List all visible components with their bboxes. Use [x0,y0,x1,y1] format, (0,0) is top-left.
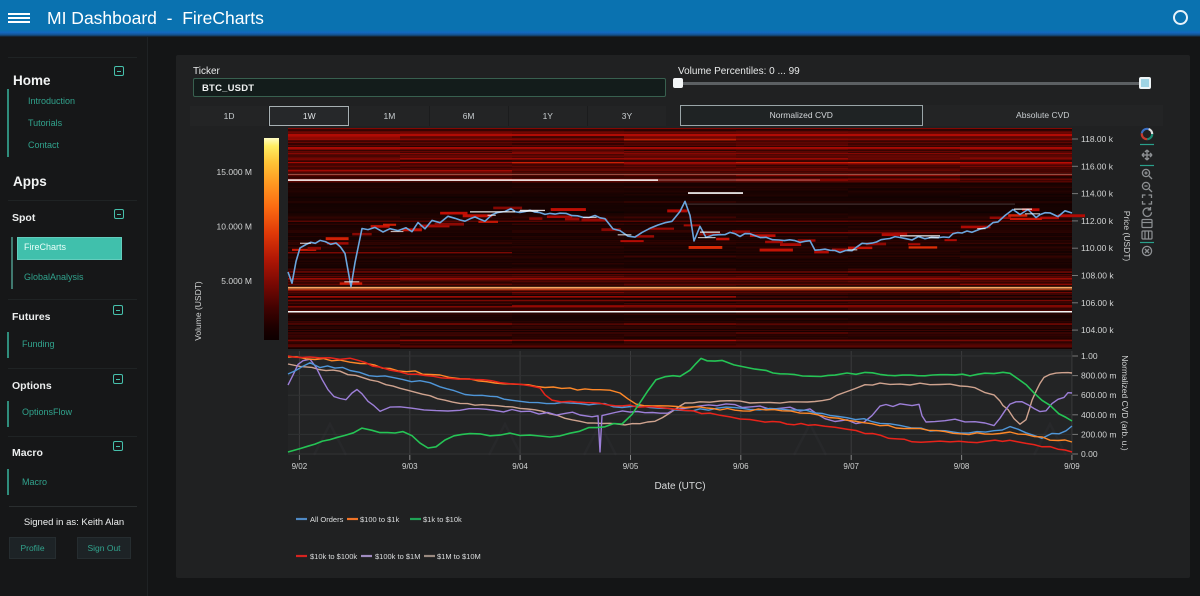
svg-text:108.00 k: 108.00 k [1081,271,1114,281]
svg-text:$1k to $10k: $1k to $10k [423,515,462,524]
svg-text:600.00 m: 600.00 m [1081,390,1116,400]
svg-text:114.00 k: 114.00 k [1081,189,1114,199]
svg-text:200.00 m: 200.00 m [1081,429,1116,439]
svg-text:9/07: 9/07 [843,462,859,471]
svg-text:112.00 k: 112.00 k [1081,216,1114,226]
svg-text:Date (UTC): Date (UTC) [654,481,705,492]
svg-text:9/05: 9/05 [623,462,639,471]
svg-text:Volume (USDT): Volume (USDT) [193,281,203,341]
svg-text:9/08: 9/08 [954,462,970,471]
svg-text:9/02: 9/02 [292,462,308,471]
svg-text:9/06: 9/06 [733,462,749,471]
svg-text:9/04: 9/04 [512,462,528,471]
svg-text:$100k to $1M: $100k to $1M [375,552,420,561]
svg-text:$10k to $100k: $10k to $100k [310,552,357,561]
svg-text:400.00 m: 400.00 m [1081,410,1116,420]
svg-text:15.000 M: 15.000 M [217,167,252,177]
svg-text:All Orders: All Orders [310,515,344,524]
svg-text:104.00 k: 104.00 k [1081,325,1114,335]
svg-text:5.000 M: 5.000 M [221,276,252,286]
svg-text:0.00: 0.00 [1081,449,1098,459]
svg-text:118.00 k: 118.00 k [1081,134,1114,144]
svg-text:116.00 k: 116.00 k [1081,161,1114,171]
svg-text:1.00: 1.00 [1081,351,1098,361]
svg-text:$1M to $10M: $1M to $10M [437,552,481,561]
svg-text:Normalized CVD (arb. u.): Normalized CVD (arb. u.) [1120,355,1130,451]
svg-text:800.00 m: 800.00 m [1081,371,1116,381]
svg-text:$100 to $1k: $100 to $1k [360,515,399,524]
svg-text:9/09: 9/09 [1064,462,1080,471]
svg-text:Price (USDT): Price (USDT) [1122,211,1132,262]
svg-text:10.000 M: 10.000 M [217,222,252,232]
svg-text:110.00 k: 110.00 k [1081,243,1114,253]
svg-text:106.00 k: 106.00 k [1081,298,1114,308]
svg-text:9/03: 9/03 [402,462,418,471]
